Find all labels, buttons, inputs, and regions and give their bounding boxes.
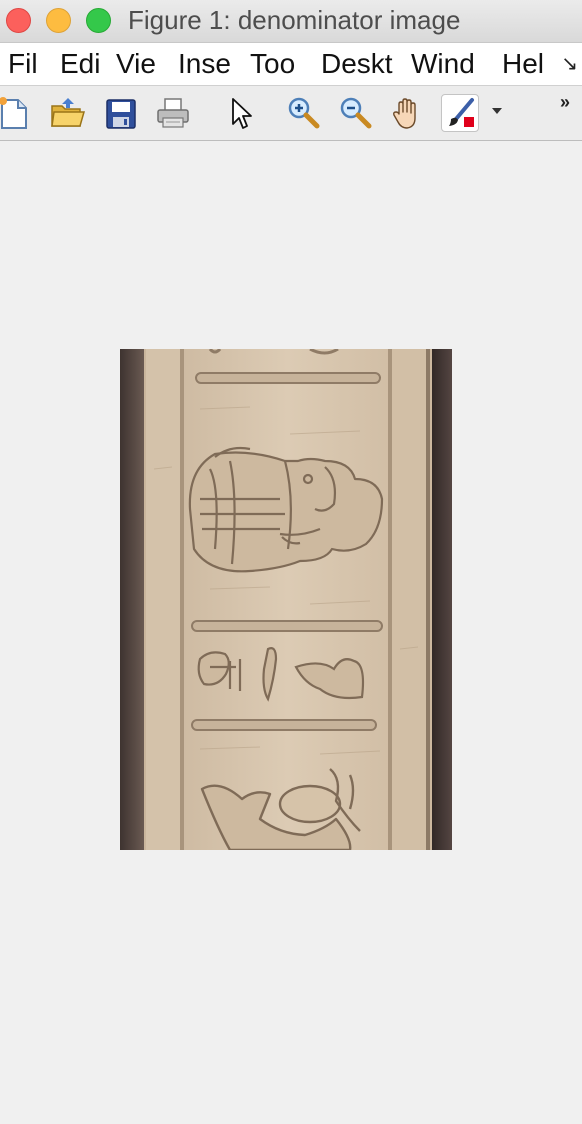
figure-window: Figure 1: denominator image Fil Edi Vie … xyxy=(0,0,582,1124)
menu-file[interactable]: Fil xyxy=(8,48,42,80)
select-arrow-icon[interactable] xyxy=(222,94,260,132)
menu-help[interactable]: Hel xyxy=(502,48,548,80)
open-file-icon[interactable] xyxy=(48,94,86,132)
close-window-button[interactable] xyxy=(6,8,31,33)
new-figure-icon[interactable] xyxy=(0,94,32,132)
menu-bar: Fil Edi Vie Inse Too Deskt Wind Hel ↘ xyxy=(0,43,582,86)
menu-overflow-icon[interactable]: ↘ xyxy=(561,51,578,76)
brush-icon[interactable] xyxy=(441,94,479,132)
menu-window[interactable]: Wind xyxy=(411,48,485,80)
maximize-window-button[interactable] xyxy=(86,8,111,33)
pan-hand-icon[interactable] xyxy=(389,94,427,132)
save-icon[interactable] xyxy=(102,94,140,132)
menu-desktop[interactable]: Deskt xyxy=(321,48,397,80)
menu-edit[interactable]: Edi xyxy=(60,48,100,80)
minimize-window-button[interactable] xyxy=(46,8,71,33)
zoom-in-icon[interactable] xyxy=(284,94,322,132)
menu-insert[interactable]: Inse xyxy=(178,48,236,80)
brush-dropdown-icon[interactable] xyxy=(492,108,502,114)
zoom-out-icon[interactable] xyxy=(336,94,374,132)
toolbar-overflow-icon[interactable]: » xyxy=(560,92,570,113)
window-title: Figure 1: denominator image xyxy=(128,5,461,35)
menu-view[interactable]: Vie xyxy=(116,48,160,80)
title-bar: Figure 1: denominator image xyxy=(0,0,582,43)
hieroglyph-column-image xyxy=(120,349,452,850)
print-icon[interactable] xyxy=(154,94,192,132)
menu-tools[interactable]: Too xyxy=(250,48,306,80)
